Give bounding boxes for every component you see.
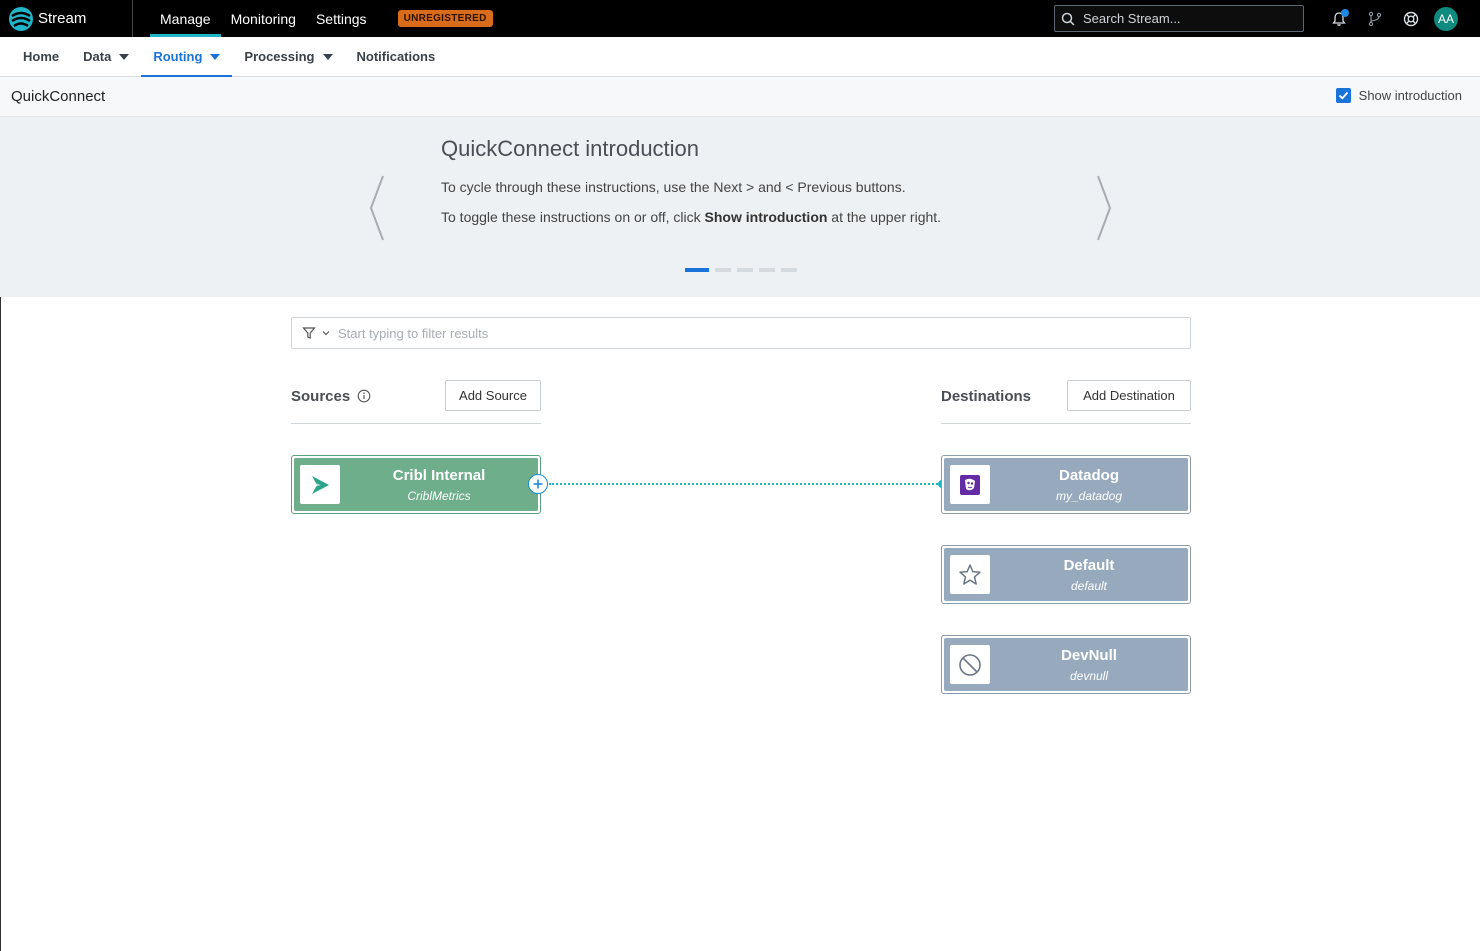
left-edge-divider: [0, 297, 1, 951]
topnav-manage[interactable]: Manage: [150, 0, 221, 37]
caret-down-icon: [119, 53, 130, 60]
subnav-data-label: Data: [83, 49, 112, 64]
filter-input[interactable]: [338, 325, 1138, 341]
star-icon: [950, 555, 990, 594]
subnav-routing-label: Routing: [153, 49, 203, 64]
search-input[interactable]: [1083, 11, 1283, 26]
avatar[interactable]: AA: [1434, 7, 1458, 31]
source-card-body: Cribl Internal CriblMetrics: [294, 458, 538, 511]
intro-line-2-post: at the upper right.: [827, 209, 942, 225]
topnav-monitoring[interactable]: Monitoring: [221, 0, 306, 37]
search-icon: [1061, 12, 1075, 26]
carousel-dot[interactable]: [685, 268, 709, 272]
checkmark-icon: [1338, 91, 1348, 100]
lifebuoy-icon[interactable]: [1400, 8, 1422, 30]
destination-card-body: Datadog my_datadog: [944, 458, 1188, 511]
destination-id: devnull: [1069, 669, 1109, 683]
subnav-data[interactable]: Data: [71, 37, 141, 76]
prohibited-icon: [950, 645, 990, 684]
page-header: QuickConnect Show introduction: [0, 77, 1480, 117]
carousel-dot[interactable]: [759, 268, 775, 272]
sub-nav: Home Data Routing Processing Notificatio…: [0, 37, 1480, 77]
intro-line-2-pre: To toggle these instructions on or off, …: [441, 209, 705, 225]
intro-line-2-bold: Show introduction: [704, 209, 828, 225]
subnav-notifications[interactable]: Notifications: [345, 37, 448, 76]
brand[interactable]: Stream: [0, 0, 133, 37]
plus-icon: [533, 479, 543, 489]
destination-name: Datadog: [1059, 467, 1119, 484]
subnav-processing[interactable]: Processing: [232, 37, 344, 76]
source-id: CriblMetrics: [407, 489, 471, 503]
destination-card-devnull[interactable]: DevNull devnull: [941, 635, 1191, 694]
chevron-down-icon: [322, 331, 330, 336]
source-card-cribl-internal[interactable]: Cribl Internal CriblMetrics: [291, 455, 541, 514]
top-bar: Stream Manage Monitoring Settings UNREGI…: [0, 0, 1480, 37]
destinations-header: Destinations Add Destination: [941, 380, 1191, 424]
bell-icon[interactable]: [1328, 8, 1350, 30]
show-introduction-toggle[interactable]: Show introduction: [1335, 88, 1462, 103]
intro-carousel: QuickConnect introduction To cycle throu…: [0, 117, 1480, 297]
intro-line-2: To toggle these instructions on or off, …: [441, 209, 941, 225]
filter-bar: [291, 317, 1191, 349]
top-icons: AA: [1328, 7, 1458, 31]
caret-down-icon: [322, 53, 333, 60]
intro-line-1: To cycle through these instructions, use…: [441, 179, 906, 195]
filter-icon: [302, 327, 316, 339]
carousel-dots: [685, 268, 803, 272]
datadog-icon: [950, 465, 990, 504]
destination-name: DevNull: [1061, 647, 1117, 664]
destination-id: default: [1070, 579, 1108, 593]
carousel-dot[interactable]: [737, 268, 753, 272]
add-destination-button[interactable]: Add Destination: [1067, 380, 1191, 411]
brand-name: Stream: [38, 10, 87, 27]
source-name: Cribl Internal: [392, 467, 486, 484]
add-connection-handle[interactable]: [528, 474, 548, 494]
sources-title: Sources: [291, 388, 351, 405]
destination-card-body: DevNull devnull: [944, 638, 1188, 691]
add-source-button[interactable]: Add Source: [445, 380, 541, 411]
show-introduction-label: Show introduction: [1358, 88, 1462, 103]
cribl-internal-icon: [300, 465, 340, 504]
show-introduction-checkbox[interactable]: [1335, 88, 1351, 103]
unregistered-badge[interactable]: UNREGISTERED: [397, 10, 493, 27]
destinations-title: Destinations: [941, 388, 1032, 405]
notification-dot: [1341, 9, 1349, 17]
destination-name: Default: [1063, 557, 1115, 574]
sources-header: Sources Add Source: [291, 380, 541, 424]
destination-card-body: Default default: [944, 548, 1188, 601]
subnav-routing[interactable]: Routing: [141, 37, 233, 77]
info-icon[interactable]: [357, 389, 371, 403]
subnav-home-label: Home: [23, 49, 60, 64]
intro-title: QuickConnect introduction: [441, 136, 700, 161]
destination-card-default[interactable]: Default default: [941, 545, 1191, 604]
topnav-settings[interactable]: Settings: [306, 0, 377, 37]
filter-dropdown[interactable]: [292, 326, 338, 340]
caret-down-icon: [210, 53, 221, 60]
destination-card-datadog[interactable]: Datadog my_datadog: [941, 455, 1191, 514]
destination-id: my_datadog: [1055, 489, 1123, 503]
connection-line[interactable]: [549, 483, 941, 485]
git-branch-icon[interactable]: [1364, 8, 1386, 30]
subnav-processing-label: Processing: [244, 49, 315, 64]
stream-logo-icon: [9, 6, 33, 31]
previous-arrow-icon[interactable]: [367, 175, 387, 241]
top-nav: Manage Monitoring Settings: [150, 0, 377, 37]
global-search[interactable]: [1054, 5, 1304, 32]
carousel-dot[interactable]: [715, 268, 731, 272]
subnav-notifications-label: Notifications: [356, 49, 436, 64]
subnav-home[interactable]: Home: [11, 37, 71, 76]
next-arrow-icon[interactable]: [1094, 175, 1114, 241]
carousel-dot[interactable]: [781, 268, 797, 272]
page-title: QuickConnect: [11, 88, 106, 105]
